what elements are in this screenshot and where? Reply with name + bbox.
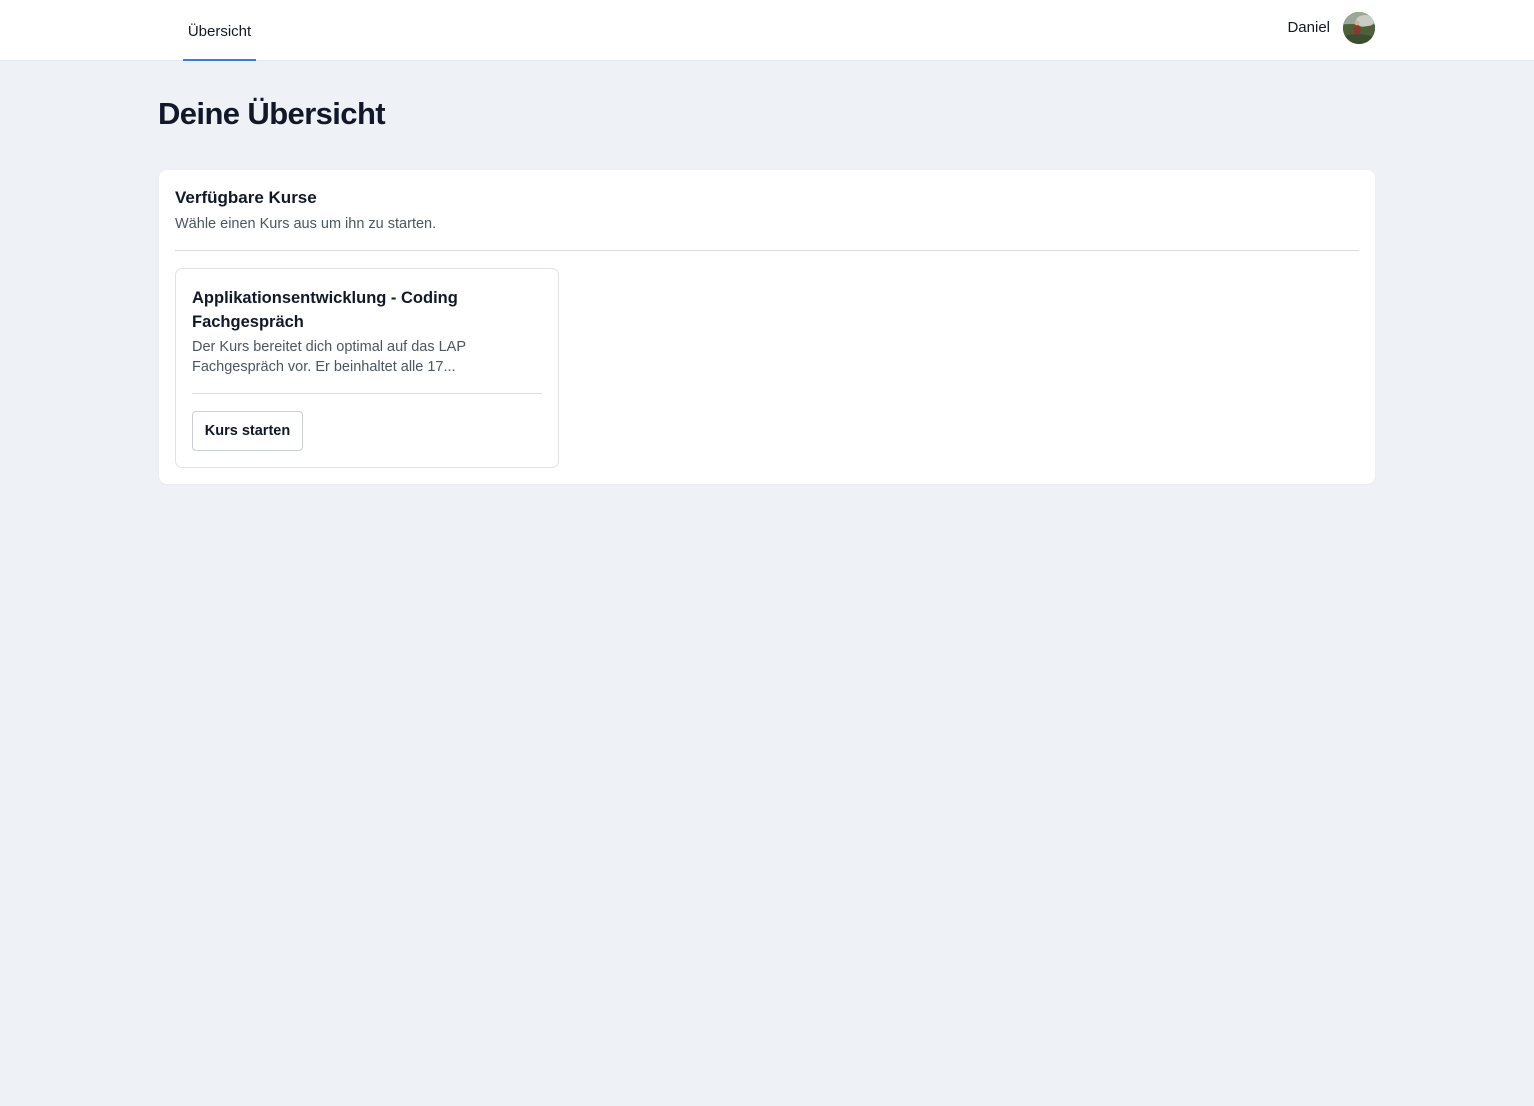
course-divider xyxy=(192,393,542,394)
panel-subtitle: Wähle einen Kurs aus um ihn zu starten. xyxy=(175,216,437,232)
course-title: Applikationsentwicklung - Coding Fachges… xyxy=(192,289,458,331)
course-description: Der Kurs bereitet dich optimal auf das L… xyxy=(192,339,466,375)
avatar[interactable] xyxy=(1343,12,1375,44)
user-name: Daniel xyxy=(1287,19,1330,36)
course-card: Applikationsentwicklung - Coding Fachges… xyxy=(175,268,559,468)
panel-title: Verfügbare Kurse xyxy=(175,188,317,207)
panel-divider xyxy=(175,250,1359,251)
page-title: Deine Übersicht xyxy=(158,96,386,131)
user-avatar-photo-icon xyxy=(1343,12,1375,44)
start-course-button[interactable]: Kurs starten xyxy=(192,411,303,451)
top-navigation-bar: Übersicht Daniel xyxy=(0,0,1534,61)
tab-uebersicht[interactable]: Übersicht xyxy=(183,0,256,61)
tab-label: Übersicht xyxy=(187,22,252,40)
available-courses-panel: Verfügbare Kurse Wähle einen Kurs aus um… xyxy=(159,170,1375,484)
